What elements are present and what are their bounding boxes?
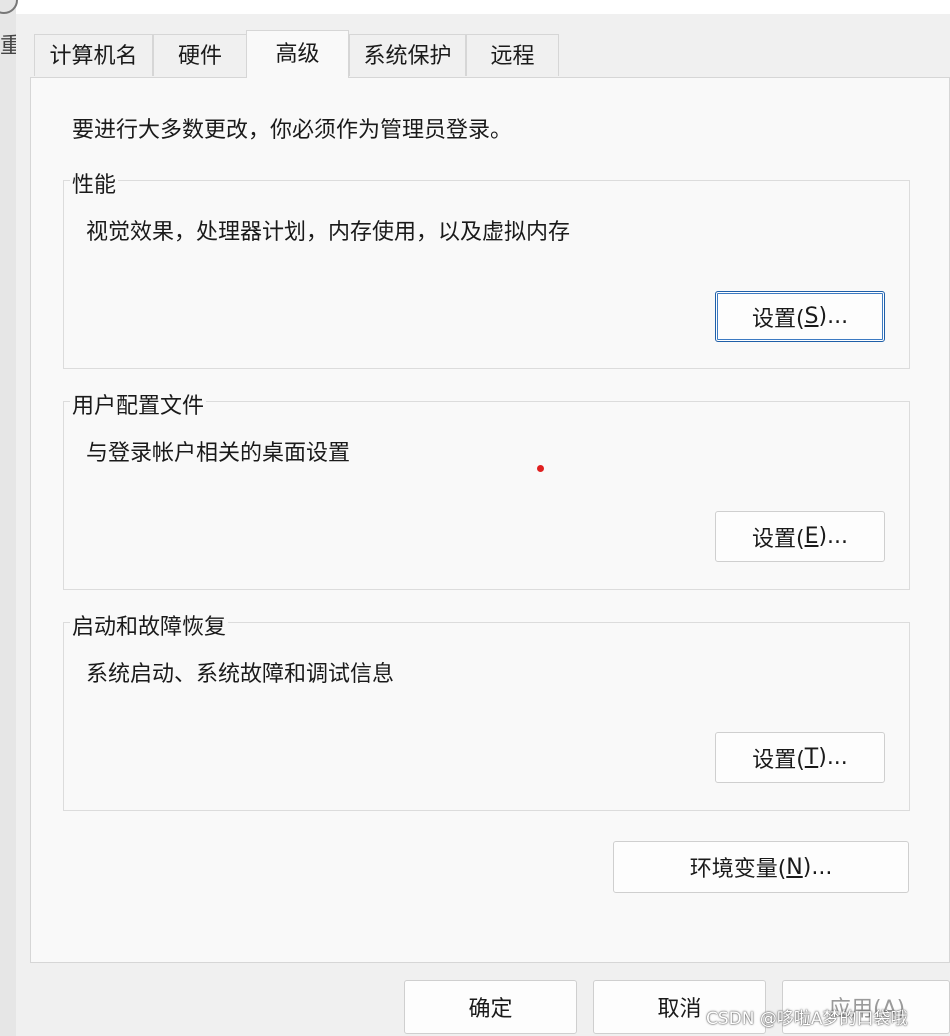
button-label: 设置( [751,526,805,552]
startup-recovery-settings-button[interactable]: 设置(T)... [715,732,885,783]
tab-advanced[interactable]: 高级 [246,30,349,78]
tab-system-protection[interactable]: 系统保护 [349,34,466,76]
performance-description: 视觉效果，处理器计划，内存使用，以及虚拟内存 [86,220,571,245]
admin-note: 要进行大多数更改，你必须作为管理员登录。 [72,118,513,143]
button-accelerator: E [804,524,819,549]
performance-settings-button[interactable]: 设置(S)... [715,291,885,342]
performance-title: 性能 [70,167,119,199]
background-text: 重 [0,34,16,59]
button-label: 设置( [752,747,805,773]
button-accelerator: T [804,745,819,770]
button-suffix: )... [802,854,833,880]
button-suffix: )... [818,304,849,329]
user-profiles-description: 与登录帐户相关的桌面设置 [86,441,351,466]
button-accelerator: N [786,854,803,880]
user-profiles-title: 用户配置文件 [70,388,207,420]
button-label: 环境变量( [689,857,787,882]
background-window [0,0,16,1036]
tab-remote[interactable]: 远程 [466,34,559,76]
button-label: 设置( [751,306,805,332]
ok-button[interactable]: 确定 [404,980,577,1034]
environment-variables-button[interactable]: 环境变量(N)... [613,841,909,893]
user-profiles-settings-button[interactable]: 设置(E)... [715,511,885,562]
startup-recovery-description: 系统启动、系统故障和调试信息 [86,662,395,687]
tab-hardware[interactable]: 硬件 [153,34,247,76]
button-suffix: )... [818,745,848,770]
tab-computer-name[interactable]: 计算机名 [34,34,153,76]
cursor-marker [537,465,544,472]
dialog-titlebar-area [16,0,950,14]
button-suffix: )... [818,524,849,549]
startup-recovery-title: 启动和故障恢复 [70,609,229,641]
watermark: CSDN @哆啦A梦的口袋哦 [706,1009,908,1029]
button-accelerator: S [804,304,819,329]
